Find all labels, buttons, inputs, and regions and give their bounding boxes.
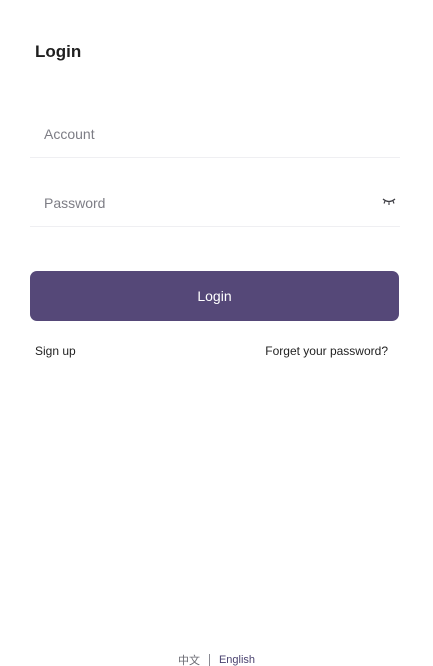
language-english[interactable]: English	[219, 654, 255, 666]
signup-link[interactable]: Sign up	[35, 344, 76, 358]
eye-closed-icon[interactable]	[382, 196, 396, 206]
login-screen: Login Login Sign up Forget your password…	[0, 0, 433, 666]
language-divider	[208, 654, 210, 666]
language-chinese[interactable]: 中文	[178, 652, 200, 666]
password-field	[30, 182, 400, 227]
login-button[interactable]: Login	[30, 271, 399, 321]
password-input[interactable]	[44, 192, 364, 214]
account-field	[30, 113, 400, 158]
forget-password-link[interactable]: Forget your password?	[265, 344, 388, 358]
account-input[interactable]	[44, 123, 364, 145]
language-switcher: 中文 English	[0, 652, 433, 666]
page-title: Login	[35, 42, 82, 61]
